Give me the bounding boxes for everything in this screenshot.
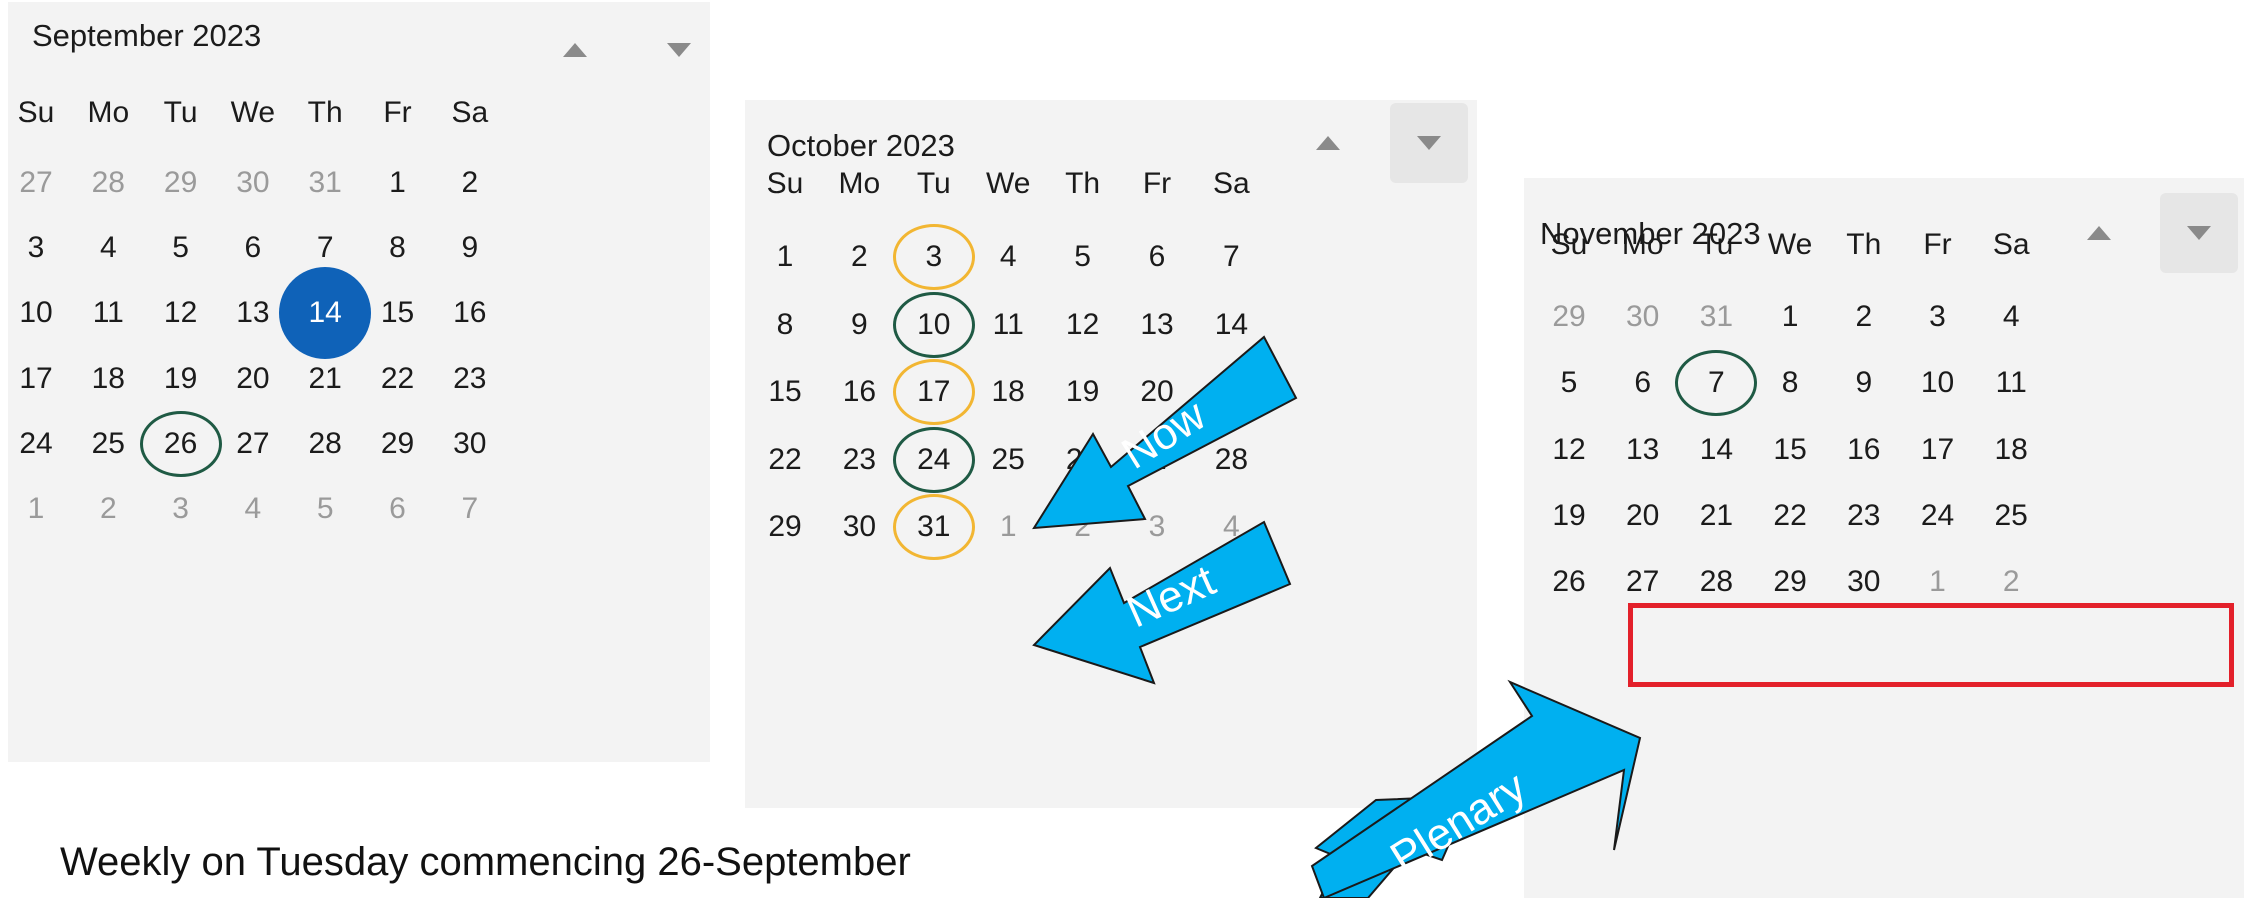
schedule-caption: Weekly on Tuesday commencing 26-Septembe…: [60, 840, 911, 884]
